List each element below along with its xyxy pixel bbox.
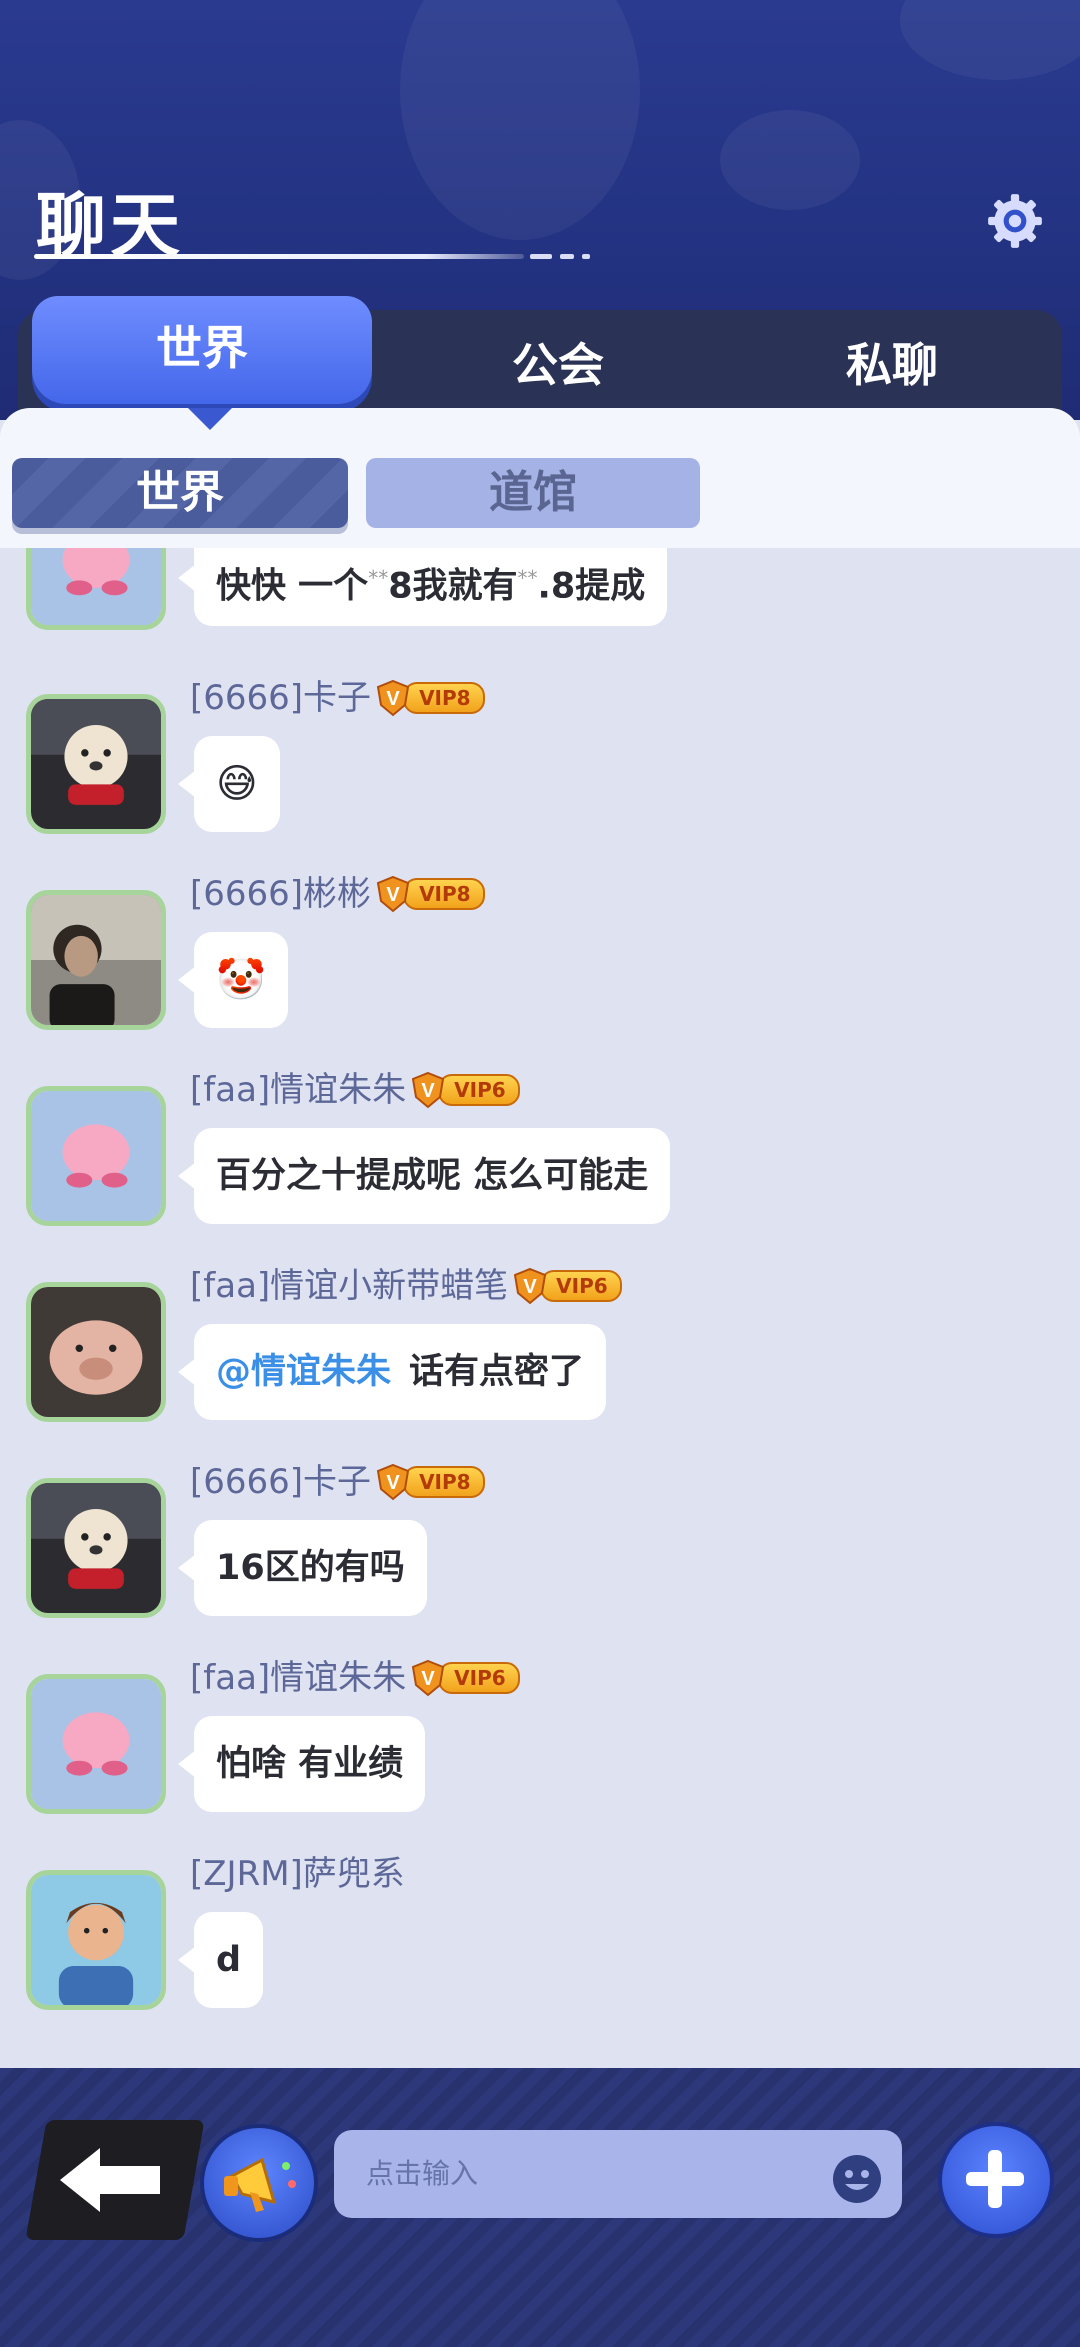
message-bubble: 快快 一个**8我就有**.8提成 — [177, 548, 668, 626]
plus-icon — [966, 2150, 1024, 2208]
vip-badge: V VIP6 — [410, 1071, 520, 1109]
message-bubble: d — [177, 1912, 264, 2008]
decor-shape — [900, 0, 1080, 80]
main-tab-bar: 世界 公会 私聊 — [18, 296, 1062, 420]
svg-text:V: V — [422, 1668, 436, 1690]
svg-text:V: V — [422, 1080, 436, 1102]
add-button[interactable] — [938, 2122, 1054, 2238]
decor-shape — [400, 0, 640, 240]
title-dash — [530, 254, 552, 259]
emoji-smiley-icon[interactable] — [830, 2152, 884, 2206]
pink-blob-avatar[interactable] — [26, 548, 166, 630]
pink-blob-avatar[interactable] — [26, 1086, 166, 1226]
active-tab-pointer — [188, 408, 232, 430]
sub-tab-panel: 世界 道馆 — [0, 408, 1080, 548]
username: [ZJRM]萨兜系 — [190, 1854, 405, 1894]
message-bubble: 16区的有吗 — [178, 1520, 427, 1616]
username: [6666]彬彬 V VIP8 — [190, 872, 485, 916]
tab-world[interactable]: 世界 — [32, 296, 372, 404]
vip-badge: V VIP8 — [375, 679, 485, 717]
pink-blob-avatar[interactable] — [26, 1674, 166, 1814]
vip-shield-icon: V — [376, 875, 410, 913]
pig-avatar[interactable] — [26, 1282, 166, 1422]
vip-shield-icon: V — [376, 679, 410, 717]
decor-shape — [720, 110, 860, 210]
back-arrow-icon — [60, 2148, 160, 2212]
username: [6666]卡子 V VIP8 — [190, 676, 485, 720]
username: [faa]情谊小新带蜡笔 V VIP6 — [190, 1264, 622, 1308]
svg-text:V: V — [386, 1472, 400, 1494]
vip-shield-icon: V — [412, 1071, 445, 1109]
man-avatar[interactable] — [26, 890, 166, 1030]
svg-text:V: V — [386, 688, 400, 710]
megaphone-button[interactable] — [200, 2124, 318, 2242]
vip-shield-icon: V — [514, 1267, 547, 1305]
message-bubble: @情谊朱朱 话有点密了 — [177, 1324, 607, 1420]
username: [faa]情谊朱朱 V VIP6 — [190, 1068, 520, 1112]
vip-badge: V VIP8 — [375, 1463, 485, 1501]
mention-link[interactable]: @情谊朱朱 — [216, 1352, 391, 1392]
bottom-bar: 点击输入 — [0, 2068, 1080, 2347]
vip-badge: V VIP6 — [410, 1659, 520, 1697]
username: [faa]情谊朱朱 V VIP6 — [190, 1656, 520, 1700]
gear-icon[interactable] — [984, 190, 1046, 252]
message-bubble: 百分之十提成呢 怎么可能走 — [177, 1128, 671, 1224]
title-dash — [582, 254, 590, 259]
vip-badge: V VIP6 — [512, 1267, 622, 1305]
subtab-world[interactable]: 世界 — [12, 458, 348, 528]
dog-avatar[interactable] — [26, 1478, 166, 1618]
vip-shield-icon: V — [376, 1463, 410, 1501]
svg-text:V: V — [386, 884, 400, 906]
megaphone-icon — [224, 2157, 296, 2212]
svg-text:V: V — [524, 1276, 538, 1298]
message-bubble: 😅 — [178, 736, 280, 832]
tab-private[interactable]: 私聊 — [722, 310, 1062, 420]
chat-input[interactable]: 点击输入 — [334, 2130, 902, 2218]
vip-badge: V VIP8 — [375, 875, 485, 913]
back-button[interactable] — [25, 2120, 205, 2240]
title-dash — [560, 254, 574, 259]
message-bubble: 🤡 — [178, 932, 288, 1028]
message-bubble: 怕啥 有业绩 — [177, 1716, 426, 1812]
header: 聊天 世界 公会 私聊 — [0, 0, 1080, 420]
tab-guild[interactable]: 公会 — [388, 310, 728, 420]
cartoon-boy-avatar[interactable] — [26, 1870, 166, 2010]
title-underline — [34, 254, 524, 259]
username: [6666]卡子 V VIP8 — [190, 1460, 485, 1504]
vip-shield-icon: V — [412, 1659, 445, 1697]
dog-avatar[interactable] — [26, 694, 166, 834]
subtab-gym[interactable]: 道馆 — [366, 458, 700, 528]
message-list[interactable]: 快快 一个**8我就有**.8提成 [6666]卡子 V VIP8 😅 [666… — [0, 548, 1080, 2068]
